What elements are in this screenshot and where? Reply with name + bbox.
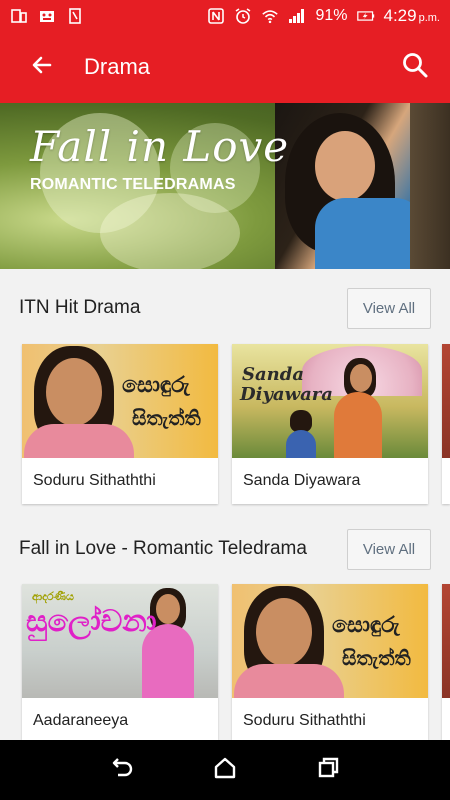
- thumb-figure: [156, 594, 180, 624]
- drama-thumbnail: [442, 584, 450, 698]
- phone-alert-icon: [66, 7, 84, 25]
- drama-thumbnail: සොඳුරු සිතැත්ති: [232, 584, 428, 698]
- thumb-text: සුලෝචනා: [26, 604, 157, 639]
- thumb-figure: [334, 392, 382, 458]
- drama-card-peek[interactable]: [442, 584, 450, 740]
- drama-card[interactable]: Sanda Diyawara Sanda Diyawara: [232, 344, 428, 504]
- battery-charging-icon: [356, 7, 375, 25]
- nav-back-button[interactable]: [100, 748, 144, 792]
- drama-card-label: Soduru Sithaththi: [243, 712, 366, 729]
- status-time-value: 4:29: [383, 5, 417, 25]
- view-all-button[interactable]: View All: [347, 288, 431, 329]
- banner-bokeh: [100, 193, 240, 269]
- banner-face: [315, 131, 375, 201]
- back-button[interactable]: [0, 31, 84, 103]
- screen-mirror-icon: [10, 7, 28, 25]
- thumb-text: සොඳුරු: [332, 612, 400, 638]
- alarm-icon: [234, 7, 252, 25]
- signal-icon: [288, 7, 306, 25]
- drama-thumbnail: ආදරණීය සුලෝචනා: [22, 584, 218, 698]
- back-arrow-icon: [30, 53, 54, 82]
- section-title: ITN Hit Drama: [19, 297, 141, 318]
- thumb-figure: [350, 364, 372, 392]
- thumb-figure: [24, 424, 134, 458]
- banner-title: Fall in Love: [30, 122, 290, 171]
- thumb-text: සිතැත්ති: [132, 406, 201, 430]
- thumb-figure: [256, 598, 312, 666]
- nav-home-button[interactable]: [203, 748, 247, 792]
- search-button[interactable]: [380, 31, 450, 103]
- back-icon: [109, 755, 135, 786]
- section-title: Fall in Love - Romantic Teledrama: [19, 538, 307, 559]
- banner-subtitle: ROMANTIC TELEDRAMAS: [30, 176, 236, 193]
- banner-dress: [315, 198, 425, 269]
- page-title: Drama: [84, 54, 151, 79]
- thumb-figure: [46, 358, 102, 426]
- drama-thumbnail: Sanda Diyawara: [232, 344, 428, 458]
- thumb-text: Diyawara: [240, 384, 333, 405]
- thumb-text: සොඳුරු: [122, 372, 190, 398]
- drama-thumbnail: සොඳුරු සිතැත්ති: [22, 344, 218, 458]
- drama-thumbnail: [442, 344, 450, 458]
- home-icon: [212, 755, 238, 786]
- wifi-icon: [261, 7, 279, 25]
- search-icon: [401, 51, 429, 84]
- thumb-figure: [286, 430, 316, 458]
- drama-card[interactable]: සොඳුරු සිතැත්ති Soduru Sithaththi: [22, 344, 218, 504]
- nfc-icon: [207, 7, 225, 25]
- drama-card[interactable]: ආදරණීය සුලෝචනා Aadaraneeya: [22, 584, 218, 740]
- drama-card-label: Soduru Sithaththi: [33, 472, 156, 489]
- thumb-figure: [234, 664, 344, 698]
- drama-card-peek[interactable]: [442, 344, 450, 504]
- notification-app-icon: [38, 7, 56, 25]
- thumb-text: Sanda: [242, 364, 304, 385]
- battery-percent: 91%: [315, 6, 348, 24]
- drama-card[interactable]: සොඳුරු සිතැත්ති Soduru Sithaththi: [232, 584, 428, 740]
- view-all-button[interactable]: View All: [347, 529, 431, 570]
- recents-icon: [315, 755, 341, 786]
- thumb-figure: [290, 410, 312, 432]
- thumb-text: සිතැත්ති: [342, 646, 411, 670]
- drama-card-label: Aadaraneeya: [33, 712, 129, 729]
- status-bar: 91% 4:29 p.m.: [0, 0, 450, 31]
- system-nav-bar: [0, 740, 450, 800]
- thumb-text: ආදරණීය: [32, 590, 74, 603]
- status-time-ampm: p.m.: [418, 11, 440, 24]
- banner-tree: [410, 103, 450, 269]
- nav-recents-button[interactable]: [306, 748, 350, 792]
- status-time: 4:29 p.m.: [384, 6, 441, 26]
- drama-card-label: Sanda Diyawara: [243, 472, 361, 489]
- app-bar: Drama: [0, 31, 450, 103]
- banner-photo: [275, 103, 450, 269]
